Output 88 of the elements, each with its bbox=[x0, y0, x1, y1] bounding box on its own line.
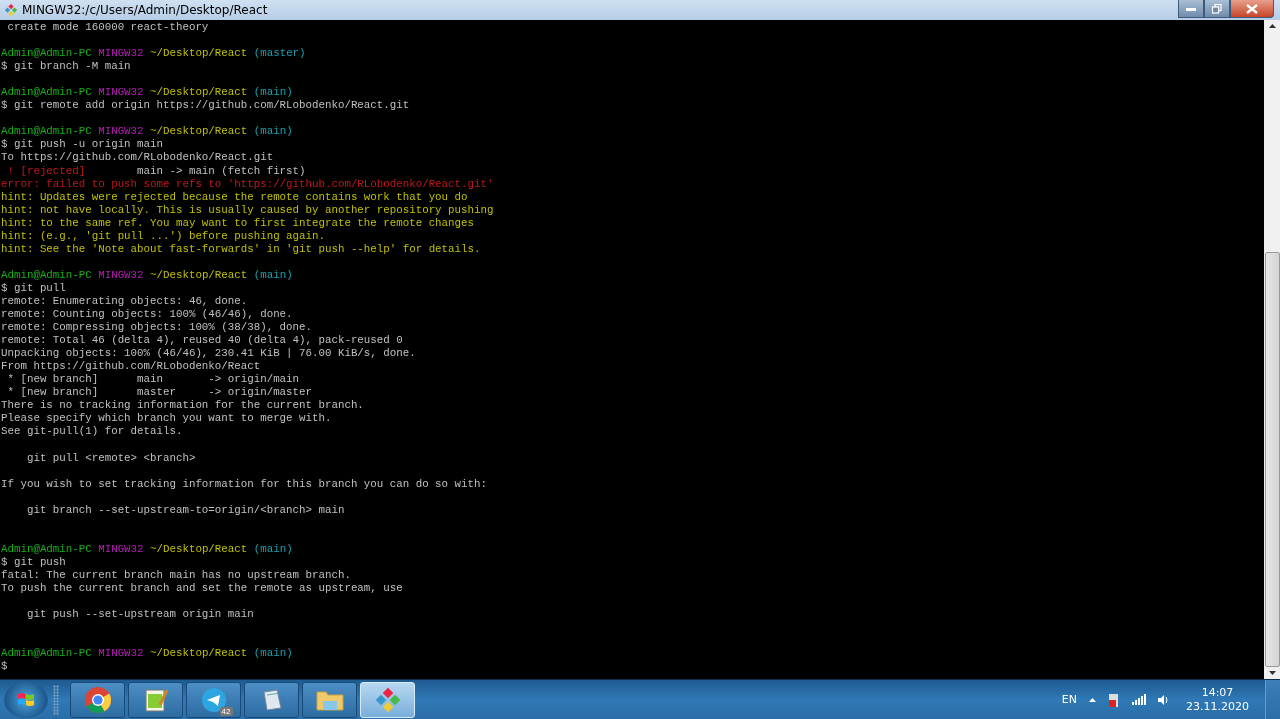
output-text: Please specify which branch you want to merge with. bbox=[1, 412, 332, 425]
scroll-up-icon[interactable] bbox=[1268, 24, 1276, 28]
error-text: error: failed to push some refs to 'https://github.com/RLobodenko/React.git' bbox=[1, 177, 494, 190]
hint-text: hint: to the same ref. You may want to first integrate the remote changes bbox=[1, 216, 474, 229]
clock-time: 14:07 bbox=[1201, 685, 1234, 700]
output-text: There is no tracking information for the current branch. bbox=[1, 399, 364, 412]
browser-taskbar-button[interactable] bbox=[70, 681, 125, 718]
prompt-user: Admin@Admin-PC bbox=[1, 47, 92, 60]
prompt-branch: (main) bbox=[253, 268, 293, 281]
editor-taskbar-button[interactable] bbox=[128, 681, 183, 718]
git-taskbar-button[interactable] bbox=[360, 681, 415, 718]
output-text: remote: Compressing objects: 100% (38/38), done. bbox=[1, 321, 312, 334]
output-text: * [new branch] master -> origin/master bbox=[6, 386, 312, 399]
notepad-taskbar-button[interactable] bbox=[244, 681, 299, 718]
prompt-path: ~/Desktop/React bbox=[150, 47, 248, 60]
prompt-system: MINGW32 bbox=[98, 542, 144, 555]
restore-icon bbox=[1212, 3, 1222, 14]
prompt-path: ~/Desktop/React bbox=[150, 542, 248, 555]
output-text: To push the current branch and set the remote as upstream, use bbox=[1, 582, 403, 594]
restore-button[interactable] bbox=[1204, 0, 1230, 18]
scrollbar[interactable] bbox=[1264, 20, 1280, 679]
prompt-branch: (main) bbox=[253, 86, 293, 99]
battery-warning-icon[interactable] bbox=[1108, 691, 1120, 708]
prompt-system: MINGW32 bbox=[98, 86, 144, 99]
prompt-branch: (master) bbox=[253, 47, 306, 60]
hint-text: hint: Updates were rejected because the remote contains work that you do bbox=[1, 190, 468, 203]
window-title: MINGW32:/c/Users/Admin/Desktop/React bbox=[22, 3, 268, 17]
messenger-taskbar-button[interactable]: 42 bbox=[186, 681, 241, 718]
clock[interactable]: 14:07 23.11.2020 bbox=[1182, 685, 1253, 714]
error-text: ! [rejected] bbox=[6, 164, 86, 177]
prompt-system: MINGW32 bbox=[98, 125, 144, 138]
output-text: * [new branch] main -> origin/main bbox=[6, 373, 300, 386]
output-text: remote: Enumerating objects: 46, done. bbox=[1, 295, 248, 307]
prompt-branch: (main) bbox=[253, 125, 293, 138]
output-text: $ bbox=[1, 660, 8, 673]
output-text: From https://github.com/RLobodenko/React bbox=[1, 360, 261, 373]
output-text: $ git push -u origin main bbox=[1, 138, 163, 151]
output-text: create mode 160000 react-theory bbox=[6, 21, 209, 33]
output-text: fatal: The current branch main has no upstream branch. bbox=[1, 568, 351, 581]
prompt-user: Admin@Admin-PC bbox=[1, 542, 92, 555]
scroll-down-icon[interactable] bbox=[1268, 671, 1276, 675]
diamond-app-icon bbox=[4, 3, 18, 17]
clock-date: 23.11.2020 bbox=[1186, 699, 1249, 714]
minimize-icon bbox=[1186, 6, 1196, 11]
output-text: git push --set-upstream origin main bbox=[25, 608, 254, 621]
language-indicator[interactable]: EN bbox=[1061, 693, 1077, 706]
output-text: $ git branch -M main bbox=[1, 60, 131, 73]
browser-icon bbox=[83, 685, 112, 714]
output-text: To https://github.com/RLobodenko/React.git bbox=[1, 151, 274, 164]
signal-icon[interactable] bbox=[1132, 694, 1146, 705]
close-icon bbox=[1246, 3, 1258, 14]
prompt-branch: (main) bbox=[253, 647, 293, 660]
prompt-path: ~/Desktop/React bbox=[150, 125, 248, 138]
hint-text: hint: (e.g., 'git pull ...') before pushing again. bbox=[1, 229, 325, 242]
start-button[interactable] bbox=[4, 681, 48, 718]
prompt-path: ~/Desktop/React bbox=[150, 268, 248, 281]
notepad-pencil-icon bbox=[142, 686, 169, 713]
prompt-user: Admin@Admin-PC bbox=[1, 125, 92, 138]
output-text: $ git push bbox=[1, 555, 66, 568]
output-text: git branch --set-upstream-to=origin/<branch> main bbox=[25, 503, 345, 516]
prompt-system: MINGW32 bbox=[98, 647, 144, 660]
output-text: remote: Total 46 (delta 4), reused 40 (delta 4), pack-reused 0 bbox=[1, 334, 403, 347]
prompt-path: ~/Desktop/React bbox=[150, 86, 248, 99]
output-text: main -> main (fetch first) bbox=[136, 164, 306, 177]
prompt-user: Admin@Admin-PC bbox=[1, 86, 92, 99]
scroll-thumb[interactable] bbox=[1264, 252, 1280, 667]
output-text: Unpacking objects: 100% (46/46), 230.41 KiB | 76.00 KiB/s, done. bbox=[1, 347, 416, 360]
close-button[interactable] bbox=[1230, 0, 1274, 18]
prompt-branch: (main) bbox=[253, 542, 293, 555]
minimize-button[interactable] bbox=[1178, 0, 1204, 18]
output-text: $ git remote add origin https://github.com/RLobodenko/React.git bbox=[1, 99, 410, 112]
diamond-app-icon bbox=[373, 685, 402, 714]
prompt-user: Admin@Admin-PC bbox=[1, 268, 92, 281]
output-text: See git-pull(1) for details. bbox=[1, 425, 183, 438]
folder-taskbar-button[interactable] bbox=[302, 681, 357, 718]
prompt-user: Admin@Admin-PC bbox=[1, 647, 92, 660]
show-hidden-icons-icon[interactable] bbox=[1089, 697, 1096, 702]
prompt-path: ~/Desktop/React bbox=[150, 647, 248, 660]
output-text: git pull <remote> <branch> bbox=[25, 451, 196, 464]
prompt-system: MINGW32 bbox=[98, 47, 144, 60]
output-text: $ git pull bbox=[1, 281, 66, 294]
output-text: remote: Counting objects: 100% (46/46), done. bbox=[1, 308, 293, 321]
output-text: If you wish to set tracking information for this branch you can do so with: bbox=[1, 477, 487, 490]
hint-text: hint: See the 'Note about fast-forwards' in 'git push --help' for details. bbox=[1, 242, 481, 255]
unread-count-badge: 42 bbox=[219, 706, 233, 716]
speaker-icon[interactable] bbox=[1158, 693, 1170, 706]
hint-text: hint: not have locally. This is usually caused by another repository pushing bbox=[1, 203, 494, 216]
prompt-system: MINGW32 bbox=[98, 268, 144, 281]
